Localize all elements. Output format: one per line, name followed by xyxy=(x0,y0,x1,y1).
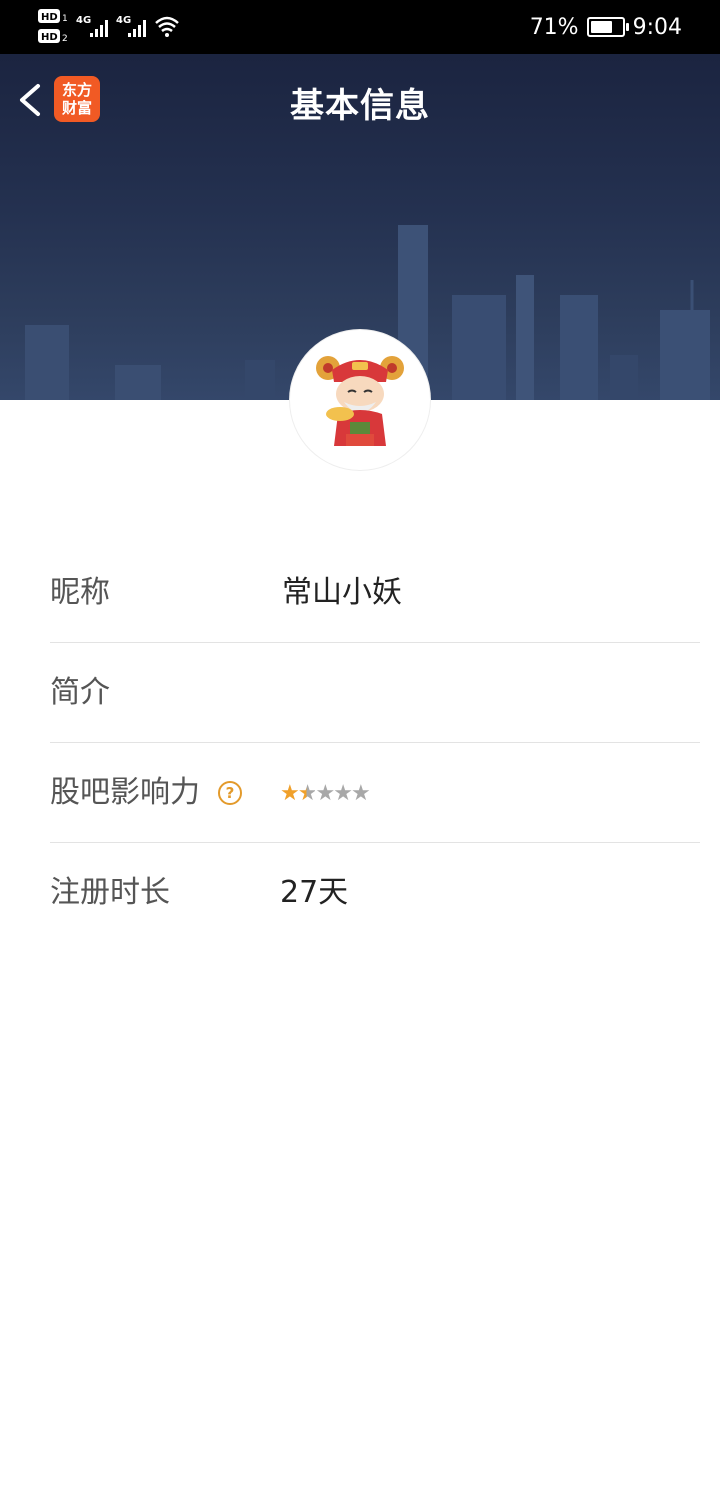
clock: 9:04 xyxy=(632,14,682,40)
info-row-nickname: 昵称 常山小妖 xyxy=(50,543,700,643)
influence-label: 股吧影响力 xyxy=(50,775,200,810)
svg-text:HD: HD xyxy=(41,12,58,23)
svg-text:4G: 4G xyxy=(116,15,131,26)
help-icon[interactable]: ? xyxy=(218,781,242,805)
signal-icons: HD 1 HD 2 4G 4G xyxy=(38,9,179,44)
nickname-label: 昵称 xyxy=(50,575,110,610)
registration-label: 注册时长 xyxy=(50,875,170,910)
battery-icon xyxy=(586,17,629,37)
nickname-value: 常山小妖 xyxy=(282,575,402,610)
star-icon-half: ★ xyxy=(297,781,318,806)
bio-label: 简介 xyxy=(50,675,110,710)
avatar[interactable] xyxy=(290,330,430,470)
svg-text:1: 1 xyxy=(62,14,68,24)
info-row-influence: 股吧影响力 ? ★★★★★ xyxy=(50,743,700,843)
star-icon-empty: ★ xyxy=(333,781,353,806)
star-icon-empty: ★ xyxy=(350,781,371,806)
page-title: 基本信息 xyxy=(290,86,430,126)
svg-text:HD: HD xyxy=(41,32,58,43)
info-row-registration: 注册时长 27天 xyxy=(50,843,700,943)
status-bar: HD 1 HD 2 4G 4G 71% 9:04 xyxy=(0,0,720,54)
registration-value: 27天 xyxy=(280,875,349,910)
star-icon-filled: ★ xyxy=(280,781,300,806)
influence-rating: ★★★★★ xyxy=(280,781,371,806)
svg-text:2: 2 xyxy=(62,34,68,44)
star-icon-empty: ★ xyxy=(315,781,335,806)
info-row-bio: 简介 xyxy=(50,643,700,743)
battery-percent: 71% xyxy=(529,14,579,40)
svg-text:4G: 4G xyxy=(76,15,91,26)
fortune-god-avatar-icon xyxy=(316,356,404,446)
